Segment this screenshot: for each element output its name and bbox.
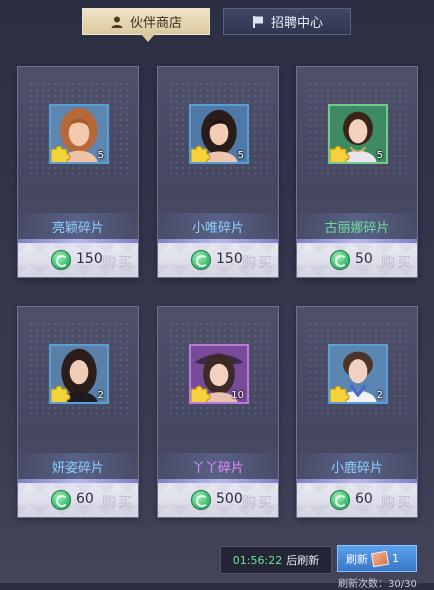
- flag-icon: [252, 15, 263, 28]
- fragment-count: 5: [97, 150, 104, 161]
- item-price: 60: [355, 491, 373, 507]
- character-portrait: 2: [328, 344, 388, 404]
- buy-label: 购买: [381, 495, 413, 511]
- buy-label: 购买: [102, 495, 134, 511]
- character-portrait: 5: [49, 104, 109, 164]
- buy-label: 购买: [102, 255, 134, 271]
- timer-label: 后刷新: [286, 554, 320, 567]
- puzzle-icon: [51, 145, 71, 162]
- item-name: 小唯碎片: [158, 213, 278, 245]
- shop-item-card[interactable]: 5 小唯碎片 150 购买: [157, 66, 279, 278]
- item-name: 小鹿碎片: [297, 453, 417, 485]
- coin-icon: [330, 250, 350, 270]
- character-portrait: 10: [189, 344, 249, 404]
- character-portrait: 5: [328, 104, 388, 164]
- item-name: 丫丫碎片: [158, 453, 278, 485]
- puzzle-icon: [191, 145, 211, 162]
- item-price: 50: [355, 251, 373, 267]
- puzzle-icon: [330, 145, 350, 162]
- fragment-count: 2: [376, 390, 383, 401]
- puzzle-icon: [330, 385, 350, 402]
- refresh-label: 刷新: [346, 552, 368, 566]
- shop-item-card[interactable]: 5 亮颖碎片 150 购买: [17, 66, 139, 278]
- ticket-icon: [370, 550, 390, 567]
- price-bar[interactable]: 150 购买: [158, 243, 278, 277]
- coin-icon: [51, 250, 71, 270]
- timer-value: 01:56:22: [232, 553, 283, 567]
- fragment-count: 5: [376, 150, 383, 161]
- buy-label: 购买: [242, 495, 274, 511]
- refresh-button[interactable]: 刷新 1: [337, 545, 417, 572]
- tab-partner-shop[interactable]: 伙伴商店: [82, 8, 210, 42]
- tab-recruit-center-label: 招聘中心: [270, 16, 323, 31]
- tab-partner-shop-label: 伙伴商店: [129, 16, 182, 31]
- refresh-timer: 01:56:22 后刷新: [220, 546, 332, 574]
- shop-item-card[interactable]: 5 古丽娜碎片 50 购买: [296, 66, 418, 278]
- buy-label: 购买: [381, 255, 413, 271]
- fragment-count: 2: [97, 390, 104, 401]
- person-icon: [111, 16, 123, 28]
- coin-icon: [191, 490, 211, 510]
- shop-tabs: 伙伴商店 招聘中心: [0, 8, 434, 42]
- price-bar[interactable]: 60 购买: [297, 483, 417, 517]
- item-price: 150: [76, 251, 103, 267]
- item-price: 60: [76, 491, 94, 507]
- price-bar[interactable]: 500 购买: [158, 483, 278, 517]
- shop-item-card[interactable]: 2 小鹿碎片 60 购买: [296, 306, 418, 518]
- coin-icon: [51, 490, 71, 510]
- coin-icon: [191, 250, 211, 270]
- coin-icon: [330, 490, 350, 510]
- fragment-count: 10: [231, 390, 244, 401]
- item-name: 亮颖碎片: [18, 213, 138, 245]
- puzzle-icon: [51, 385, 71, 402]
- item-name: 妍姿碎片: [18, 453, 138, 485]
- price-bar[interactable]: 50 购买: [297, 243, 417, 277]
- shop-item-card[interactable]: 10 丫丫碎片 500 购买: [157, 306, 279, 518]
- character-portrait: 2: [49, 344, 109, 404]
- fragment-count: 5: [237, 150, 244, 161]
- tab-recruit-center[interactable]: 招聘中心: [223, 8, 351, 35]
- item-name: 古丽娜碎片: [297, 213, 417, 245]
- item-price: 500: [216, 491, 243, 507]
- item-price: 150: [216, 251, 243, 267]
- buy-label: 购买: [242, 255, 274, 271]
- refresh-cost: 1: [392, 552, 399, 565]
- puzzle-icon: [191, 385, 211, 402]
- shop-item-card[interactable]: 2 妍姿碎片 60 购买: [17, 306, 139, 518]
- price-bar[interactable]: 150 购买: [18, 243, 138, 277]
- price-bar[interactable]: 60 购买: [18, 483, 138, 517]
- character-portrait: 5: [189, 104, 249, 164]
